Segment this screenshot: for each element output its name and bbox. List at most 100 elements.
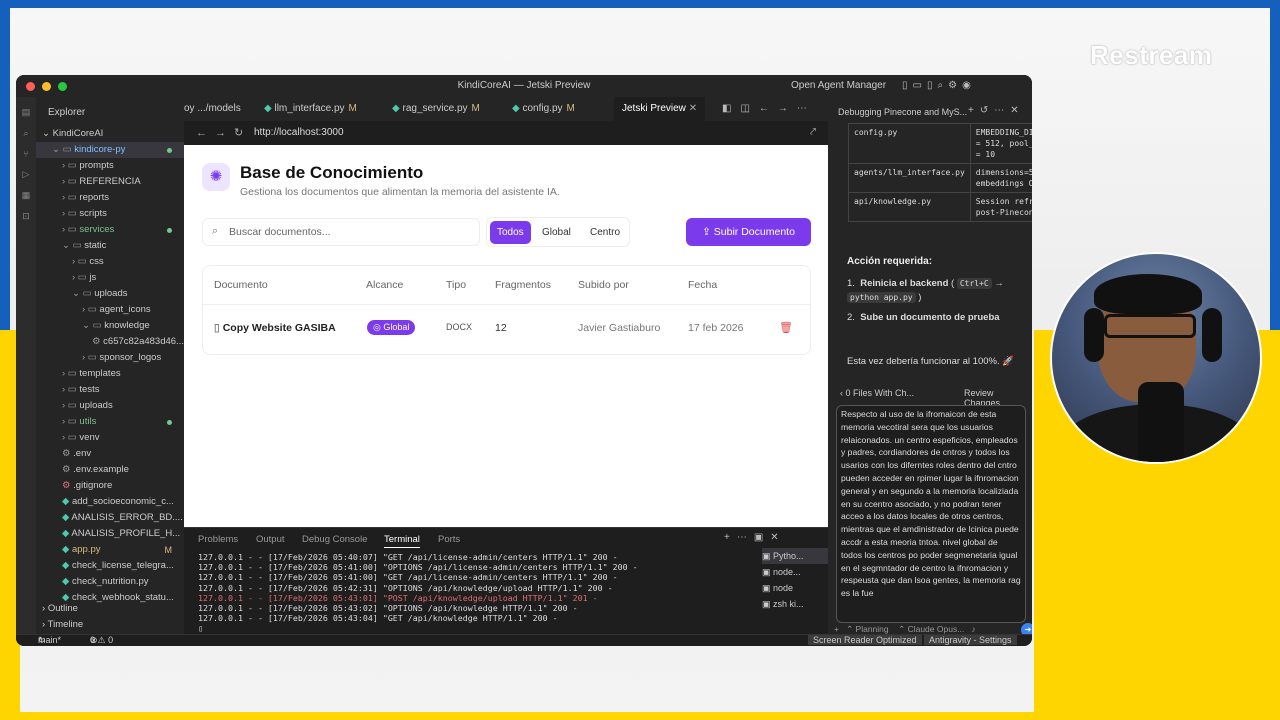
add-context-icon[interactable]: + (834, 624, 839, 634)
forward-icon[interactable]: → (778, 103, 797, 114)
tree-item[interactable]: › ▭ templates (36, 366, 184, 382)
tab-problems[interactable]: Problems (198, 534, 238, 545)
terminal-item[interactable]: ▣ node (762, 580, 828, 596)
chat-input-text: Respecto al uso de la ifromaicon de esta… (841, 409, 1021, 599)
extensions-icon[interactable]: ▦ (16, 190, 36, 201)
filter-centro[interactable]: Centro (583, 221, 627, 244)
close-panel-icon[interactable]: ✕ (770, 532, 785, 543)
tree-item[interactable]: › ▭ reports (36, 190, 184, 206)
layout-left-icon[interactable]: ▯ (902, 80, 913, 91)
terminal-line: 127.0.0.1 - - [17/Feb/2026 05:42:31] "OP… (198, 582, 613, 593)
tree-item[interactable]: ◆ ANALISIS_ERROR_BD.... (36, 510, 184, 526)
tab-ports[interactable]: Ports (438, 534, 460, 545)
tree-item[interactable]: › ▭ uploads (36, 398, 184, 414)
forward-icon[interactable]: → (215, 127, 234, 139)
tree-item[interactable]: › ▭ css (36, 254, 184, 270)
filter-global[interactable]: Global (535, 221, 578, 244)
terminal-item-label: zsh ki... (773, 599, 804, 609)
tree-item[interactable]: › ▭ REFERENCIA (36, 174, 184, 190)
tree-item[interactable]: ⌄ ▭ knowledge (36, 318, 184, 334)
tree-item[interactable]: › ▭ sponsor_logos (36, 350, 184, 366)
screen-reader-status[interactable]: Screen Reader Optimized (808, 635, 922, 645)
tree-item[interactable]: › ▭ prompts (36, 158, 184, 174)
tree-item[interactable]: › ▭ scripts (36, 206, 184, 222)
more-icon[interactable]: ⋯ (737, 532, 754, 543)
tab-models[interactable]: oy .../models (184, 97, 241, 121)
maximize-panel-icon[interactable]: ▣ (754, 532, 770, 543)
tab-terminal[interactable]: Terminal (384, 534, 420, 548)
settings-icon[interactable]: ⚙ (948, 80, 962, 91)
outline-section[interactable]: › Outline (36, 601, 184, 617)
tab-rag-service[interactable]: ◆ rag_service.py M (392, 97, 480, 121)
tree-item[interactable]: ⚙ c657c82a483d46... (36, 334, 184, 350)
terminal-item[interactable]: ▣ node... (762, 564, 828, 580)
microphone-icon[interactable]: ♪ (971, 624, 975, 634)
open-agent-manager-link[interactable]: Open Agent Manager (791, 80, 886, 91)
history-icon[interactable]: ↺ (980, 105, 994, 116)
terminal-item[interactable]: ▣ zsh ki... (762, 596, 828, 612)
files-changed-toggle[interactable]: ‹ 0 Files With Ch... (840, 388, 914, 398)
remote-icon[interactable]: ⊡ (16, 211, 36, 222)
tree-item[interactable]: › ▭ services (36, 222, 184, 238)
tree-item[interactable]: › ▭ utils (36, 414, 184, 430)
model-selector[interactable]: ⌃ Claude Opus... (898, 624, 964, 634)
settings-status[interactable]: Antigravity - Settings (924, 635, 1017, 645)
open-external-icon[interactable]: ⤤ (810, 126, 816, 139)
folder-icon: › ▭ (62, 208, 80, 219)
more-icon[interactable]: ⋯ (797, 103, 816, 114)
tree-item[interactable]: › ▭ agent_icons (36, 302, 184, 318)
tree-item[interactable]: › ▭ js (36, 270, 184, 286)
chat-input[interactable]: Respecto al uso de la ifromaicon de esta… (836, 405, 1026, 623)
preview-icon[interactable]: ◧ (722, 103, 740, 114)
close-tab-icon[interactable]: ✕ (689, 103, 697, 114)
tree-item[interactable]: ◆ add_socioeconomic_c... (36, 494, 184, 510)
back-icon[interactable]: ← (196, 127, 215, 139)
more-icon[interactable]: ⋯ (994, 105, 1010, 116)
upload-document-button[interactable]: ⇪ Subir Documento (686, 218, 811, 246)
mode-selector[interactable]: ⌃ Planning (846, 624, 889, 634)
back-icon[interactable]: ← (759, 103, 778, 114)
tree-item-label: uploads (79, 400, 113, 411)
tree-item[interactable]: ⚙ .env.example (36, 462, 184, 478)
tree-item[interactable]: › ▭ tests (36, 382, 184, 398)
tab-config[interactable]: ◆ config.py M (512, 97, 575, 121)
delete-icon[interactable]: 🗑 (779, 321, 793, 334)
search-input[interactable] (229, 220, 474, 244)
account-icon[interactable]: ◉ (962, 80, 976, 91)
tree-item[interactable]: › ▭ venv (36, 430, 184, 446)
terminal-item[interactable]: ▣ Pytho... (762, 548, 828, 564)
split-editor-icon[interactable]: ◫ (740, 103, 758, 114)
terminal-output[interactable]: 127.0.0.1 - - [17/Feb/2026 05:40:07] "GE… (198, 552, 638, 634)
source-control-icon[interactable]: ⑂ (16, 149, 36, 159)
search-icon[interactable]: ⌕ (937, 80, 948, 91)
url-field[interactable]: http://localhost:3000 (254, 127, 344, 138)
add-terminal-icon[interactable]: + (724, 532, 737, 543)
tab-debug-console[interactable]: Debug Console (302, 534, 368, 545)
tree-item[interactable]: ◆ check_license_telegra... (36, 558, 184, 574)
layout-panel-icon[interactable]: ▭ (913, 80, 927, 91)
tab-jetski-preview[interactable]: Jetski Preview ✕ (614, 97, 706, 121)
layout-right-icon[interactable]: ▯ (927, 80, 938, 91)
run-icon[interactable]: ▷ (16, 169, 36, 180)
tree-item[interactable]: ◆ app.py M (36, 542, 184, 558)
close-icon[interactable]: ✕ (1010, 105, 1024, 116)
tree-item[interactable]: ⌄ ▭ static (36, 238, 184, 254)
tab-llm-interface[interactable]: ◆ llm_interface.py M (264, 97, 357, 121)
tree-item[interactable]: ⌄ ▭ kindicore-py (36, 142, 184, 158)
tab-output[interactable]: Output (256, 534, 285, 545)
tree-item[interactable]: ⚙ .env (36, 446, 184, 462)
tree-item[interactable]: ◆ check_nutrition.py (36, 574, 184, 590)
webcam-overlay (1050, 252, 1262, 464)
tree-item[interactable]: ◆ ANALISIS_PROFILE_H... (36, 526, 184, 542)
filter-todos[interactable]: Todos (490, 221, 531, 244)
files-icon[interactable]: ▤ (16, 107, 36, 118)
divider (203, 304, 810, 305)
timeline-section[interactable]: › Timeline (36, 617, 184, 633)
tree-item[interactable]: ⌄ ▭ uploads (36, 286, 184, 302)
steps-list: 1. Reinicia el backend ( Ctrl+C → python… (847, 277, 1022, 331)
reload-icon[interactable]: ↻ (234, 127, 251, 139)
search-icon[interactable]: ⌕ (16, 128, 36, 139)
tree-root[interactable]: ⌄ KindiCoreAI (36, 126, 184, 142)
new-chat-icon[interactable]: + (968, 105, 980, 116)
tree-item[interactable]: ⚙ .gitignore (36, 478, 184, 494)
